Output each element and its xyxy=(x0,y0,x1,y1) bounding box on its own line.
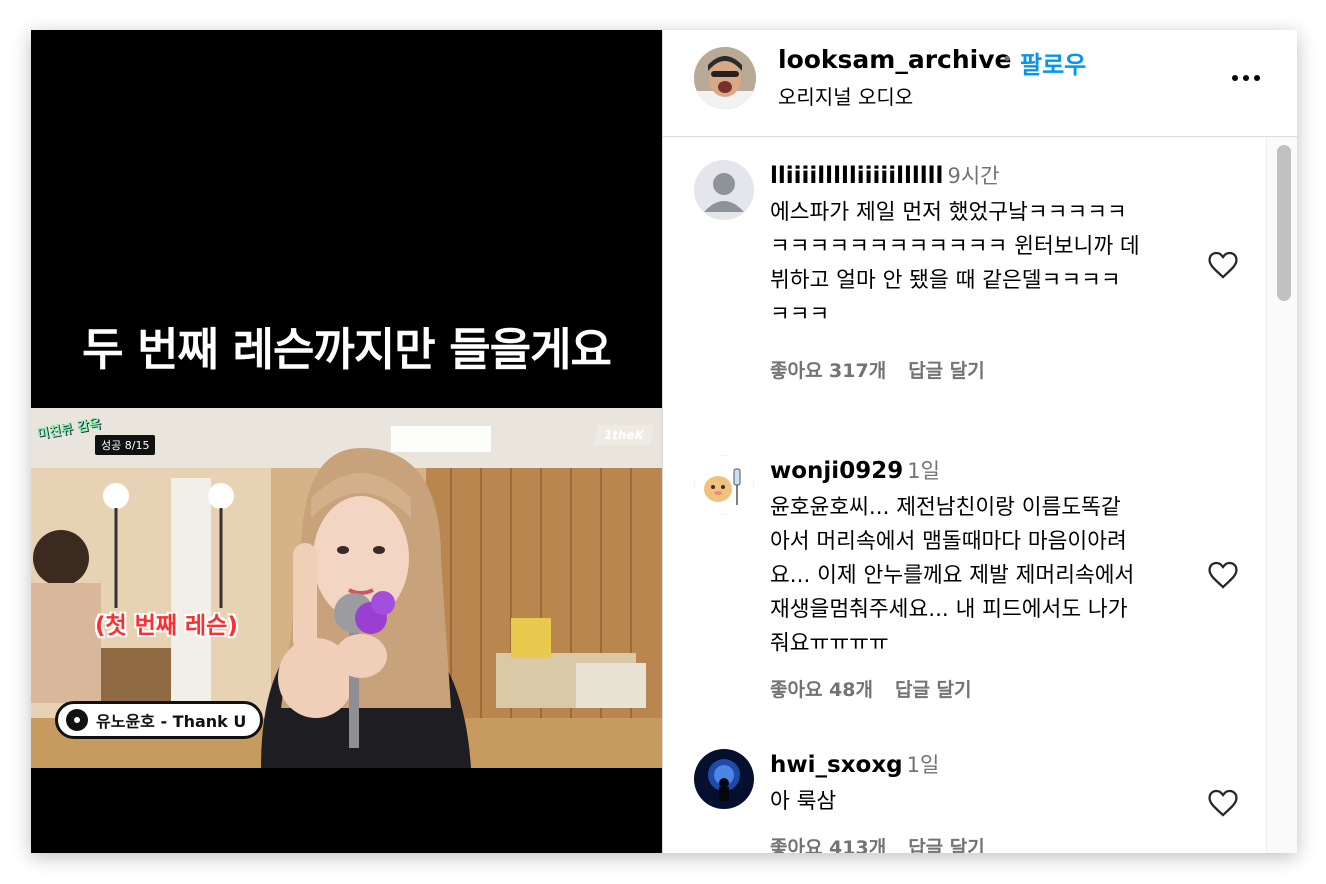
comment-time[interactable]: 9시간 xyxy=(947,164,999,188)
reply-button[interactable]: 답글 달기 xyxy=(908,360,985,382)
comment-avatar[interactable] xyxy=(694,160,754,220)
author-avatar-image xyxy=(694,47,756,109)
comment-item: wonji0929 1일 윤호윤호씨... 제전남친이랑 이름도똑같 아서 머리속… xyxy=(663,455,1263,701)
more-options-icon[interactable] xyxy=(1229,66,1263,90)
like-heart-icon[interactable] xyxy=(1206,786,1240,820)
post-side-panel: looksam_archive • 팔로우 오리지널 오디오 lliiiilll… xyxy=(662,30,1297,853)
video-frame: 미친뷰 감옥 성공 8/15 1theK (첫 번째 레슨) 유노윤호 - Th… xyxy=(31,408,662,768)
comment-avatar[interactable] xyxy=(694,455,754,515)
comment-header: wonji0929 1일 xyxy=(770,455,940,485)
post-window: 두 번째 레슨까지만 들을게요 미친뷰 감옥 성공 8/15 1theK (첫 … xyxy=(31,30,1297,853)
comment-text: 윤호윤호씨... 제전남친이랑 이름도똑같 아서 머리속에서 맴돌때마다 마음이… xyxy=(770,495,1135,656)
like-heart-icon[interactable] xyxy=(1206,558,1240,592)
comment-username[interactable]: wonji0929 xyxy=(770,458,903,484)
comment-likes[interactable]: 좋아요 413개 xyxy=(770,837,886,853)
author-avatar[interactable] xyxy=(694,47,756,109)
comment-header: lliiiillllliiiiillllll 9시간 xyxy=(770,160,999,190)
song-credit: 유노윤호 - Thank U xyxy=(55,701,264,739)
comment-list[interactable]: lliiiillllliiiiillllll 9시간 에스파가 제일 먼저 했었구… xyxy=(663,137,1297,853)
comment-username[interactable]: hwi_sxoxg xyxy=(770,752,903,778)
reply-button[interactable]: 답글 달기 xyxy=(895,679,972,701)
song-title: 유노윤호 - Thank U xyxy=(96,712,247,731)
comment-meta: 좋아요 317개 답글 달기 xyxy=(770,356,985,383)
scrollbar-thumb[interactable] xyxy=(1277,145,1291,301)
author-username[interactable]: looksam_archive xyxy=(778,45,1011,74)
like-heart-icon[interactable] xyxy=(1206,248,1240,282)
video-caption: 두 번째 레슨까지만 들을게요 xyxy=(82,323,612,376)
comment-header: hwi_sxoxg 1일 xyxy=(770,749,939,779)
success-badge: 성공 8/15 xyxy=(95,435,156,455)
comment-likes[interactable]: 좋아요 48개 xyxy=(770,679,873,701)
comment-item: hwi_sxoxg 1일 아 룩삼 좋아요 413개 답글 달기 xyxy=(663,749,1263,853)
hamster-avatar-image xyxy=(694,455,754,515)
default-avatar-icon xyxy=(694,160,754,220)
night-sky-avatar-image xyxy=(694,749,754,809)
comment-time[interactable]: 1일 xyxy=(907,459,940,483)
video-player[interactable]: 두 번째 레슨까지만 들을게요 미친뷰 감옥 성공 8/15 1theK (첫 … xyxy=(31,30,662,853)
lesson-subtitle: (첫 번째 레슨) xyxy=(95,613,238,639)
music-disc-icon xyxy=(66,709,88,731)
comment-username[interactable]: lliiiillllliiiiillllll xyxy=(770,163,943,189)
comment-text: 에스파가 제일 먼저 했었구낰ㅋㅋㅋㅋㅋ ㅋㅋㅋㅋㅋㅋㅋㅋㅋㅋㅋㅋ 윈터보니까 … xyxy=(770,200,1140,327)
comment-meta: 좋아요 48개 답글 달기 xyxy=(770,675,972,702)
reply-button[interactable]: 답글 달기 xyxy=(908,837,985,853)
comment-avatar[interactable] xyxy=(694,749,754,809)
follow-button[interactable]: 팔로우 xyxy=(1020,45,1086,80)
header-separator: • xyxy=(1002,49,1013,70)
post-header: looksam_archive • 팔로우 오리지널 오디오 xyxy=(663,30,1297,137)
comments-scrollbar[interactable] xyxy=(1266,137,1297,853)
comment-meta: 좋아요 413개 답글 달기 xyxy=(770,833,985,853)
channel-logo: 1theK xyxy=(593,425,655,445)
comment-text: 아 룩삼 xyxy=(770,789,837,814)
comment-time[interactable]: 1일 xyxy=(907,753,940,777)
comment-likes[interactable]: 좋아요 317개 xyxy=(770,360,886,382)
comment-item: lliiiillllliiiiillllll 9시간 에스파가 제일 먼저 했었구… xyxy=(663,160,1263,383)
audio-label[interactable]: 오리지널 오디오 xyxy=(778,81,913,110)
